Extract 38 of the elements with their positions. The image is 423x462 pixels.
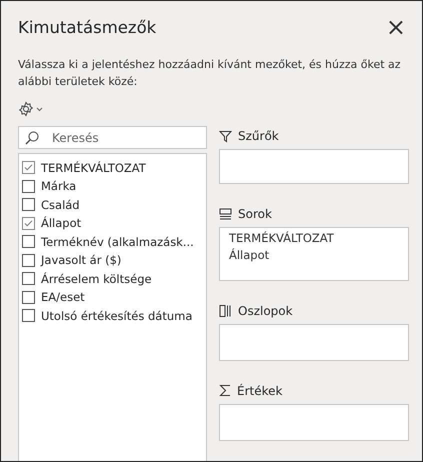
field-label[interactable]: Javasolt ár ($)	[41, 253, 122, 267]
field-label[interactable]: Állapot	[41, 216, 82, 230]
area-field[interactable]: TERMÉKVÁLTOZAT	[229, 231, 399, 246]
instruction-text: Válassza ki a jelentéshez hozzáadni kívánt mezőket, és húzza őket az alábbi területek közé:	[18, 57, 402, 90]
checkmark-icon	[24, 163, 33, 172]
field-label[interactable]: Utolsó értékesítés dátuma	[41, 308, 192, 322]
checkbox[interactable]	[22, 272, 35, 285]
area-label: Oszlopok	[238, 304, 293, 318]
checkbox[interactable]	[22, 161, 35, 174]
search-field[interactable]: Keresés	[18, 126, 207, 149]
field-label[interactable]: Család	[41, 198, 80, 212]
drop-area[interactable]: TERMÉKVÁLTOZAT Állapot	[219, 227, 409, 282]
sum-icon	[219, 384, 231, 398]
field-label[interactable]: Árréselem költsége	[41, 272, 152, 286]
checkbox[interactable]	[22, 198, 35, 211]
columns-icon	[219, 305, 232, 318]
checkbox[interactable]	[22, 290, 35, 304]
checkmark-icon	[24, 218, 33, 228]
settings-button[interactable]	[18, 101, 44, 117]
checkbox[interactable]	[22, 180, 35, 192]
close-button[interactable]: ×	[384, 15, 408, 39]
checkbox[interactable]	[22, 216, 35, 230]
area-label: Értékek	[237, 384, 282, 398]
field-label[interactable]: Márka	[41, 179, 76, 193]
gear-icon	[18, 101, 44, 117]
pane-title: Kimutatásmezők	[18, 18, 156, 36]
search-icon	[25, 131, 39, 145]
checkbox[interactable]	[22, 254, 35, 266]
field-label[interactable]: EA/eset	[41, 290, 85, 304]
area-field[interactable]: Állapot	[229, 248, 399, 262]
filter-icon	[219, 130, 232, 142]
field-label[interactable]: TERMÉKVÁLTOZAT	[41, 160, 146, 174]
rows-icon	[219, 208, 232, 220]
field-label[interactable]: Terméknév (alkalmazásk...	[41, 234, 194, 248]
area-label: Szűrők	[238, 129, 279, 143]
checkbox[interactable]	[22, 235, 35, 248]
area-label: Sorok	[238, 207, 272, 222]
checkbox[interactable]	[22, 309, 35, 322]
